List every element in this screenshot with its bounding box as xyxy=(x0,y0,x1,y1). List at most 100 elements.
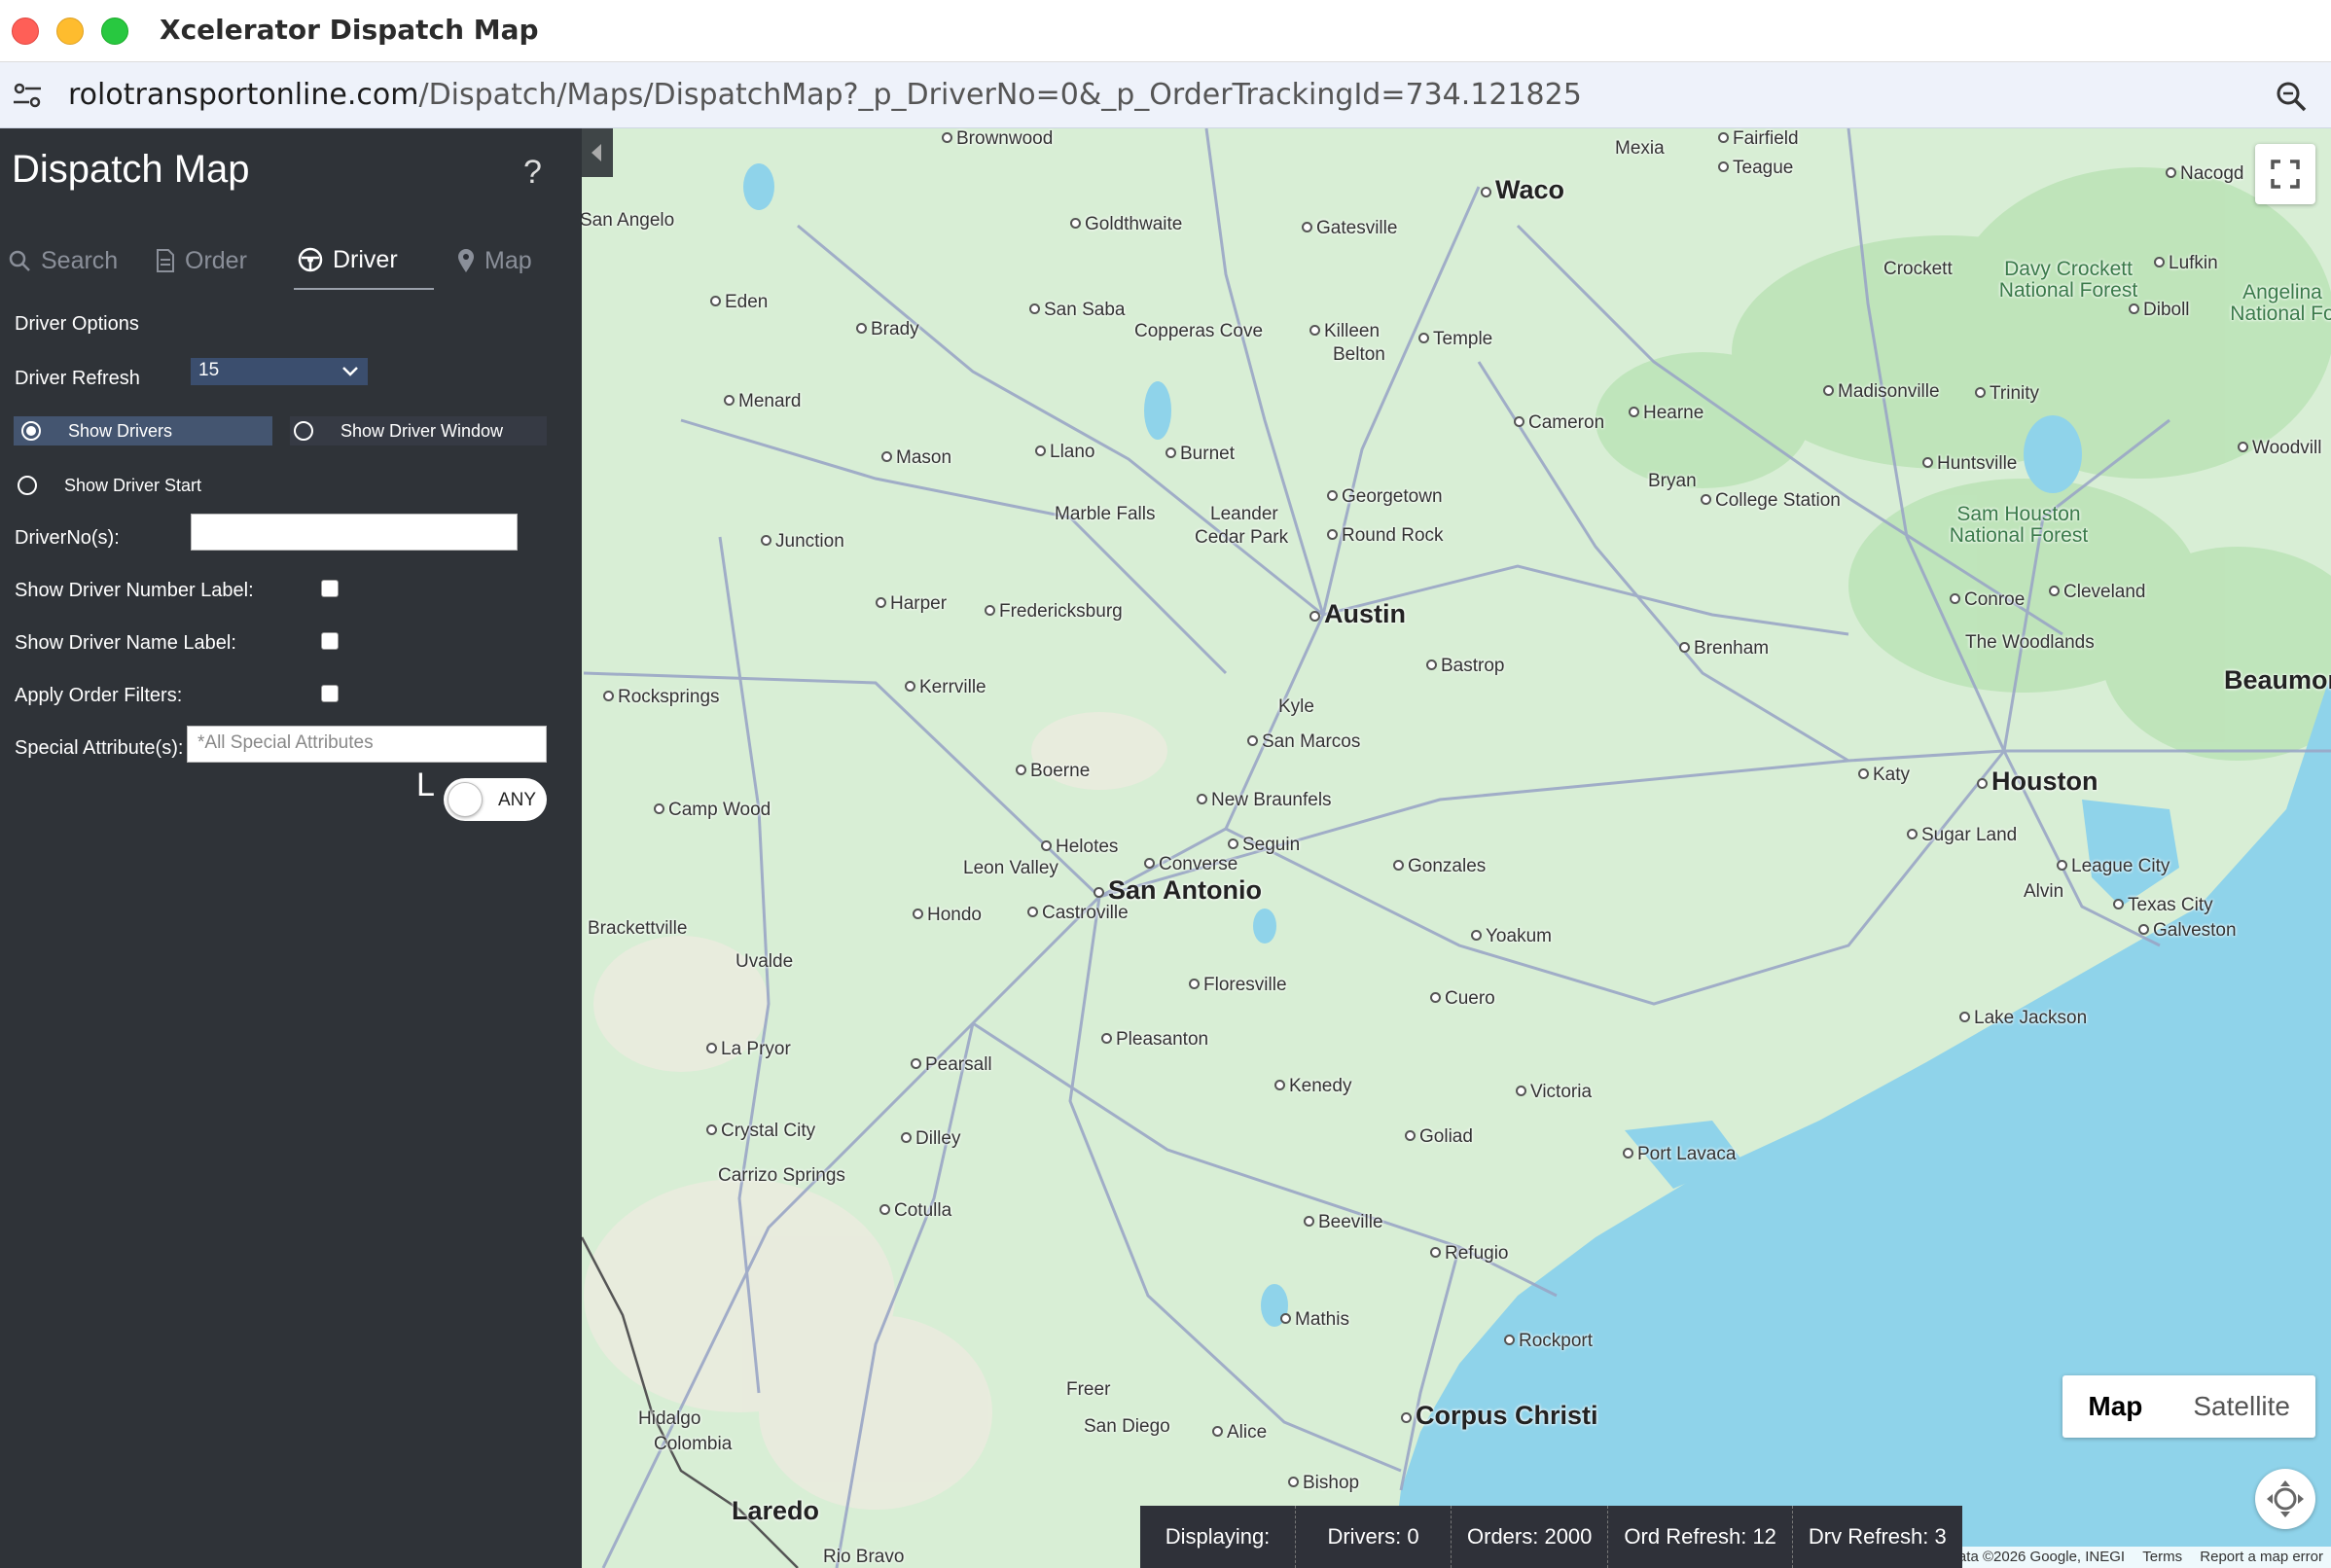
toggle-label: ANY xyxy=(498,790,537,810)
search-icon xyxy=(9,250,30,271)
driver-refresh-select[interactable]: 15 xyxy=(191,358,368,385)
tab-map[interactable]: Map xyxy=(457,232,532,290)
url-host: rolotransportonline.com xyxy=(68,78,419,112)
maximize-window-button[interactable] xyxy=(101,18,128,45)
show-driver-start-option[interactable]: Show Driver Start xyxy=(14,471,272,500)
town-label: Teague xyxy=(1718,158,1793,179)
show-driver-window-label: Show Driver Window xyxy=(341,420,504,441)
town-label: Cleveland xyxy=(2049,582,2146,603)
town-label: Woodvill xyxy=(2238,438,2321,459)
help-icon[interactable]: ? xyxy=(523,154,542,192)
town-label: Georgetown xyxy=(1327,486,1443,508)
town-label: Yoakum xyxy=(1471,926,1552,947)
tab-map-label: Map xyxy=(484,246,532,274)
tab-order[interactable]: Order xyxy=(156,232,247,290)
report-map-error-link[interactable]: Report a map error xyxy=(2200,1549,2323,1565)
address-bar[interactable]: rolotransportonline.com/Dispatch/Maps/Di… xyxy=(0,62,2331,128)
show-drivers-option[interactable]: Show Drivers xyxy=(14,416,272,445)
town-label: Floresville xyxy=(1189,975,1287,996)
status-drv-refresh: Drv Refresh: 3 xyxy=(1808,1524,1947,1549)
town-label: Port Lavaca xyxy=(1623,1144,1736,1165)
show-driver-window-option[interactable]: Show Driver Window xyxy=(290,416,547,445)
town-label: Huntsville xyxy=(1922,453,2017,475)
minimize-window-button[interactable] xyxy=(56,18,84,45)
town-label: Converse xyxy=(1144,854,1237,875)
show-drivers-radio[interactable] xyxy=(21,421,41,441)
map-type-satellite-button[interactable]: Satellite xyxy=(2168,1375,2315,1438)
apply-order-filters-checkbox[interactable] xyxy=(321,685,339,702)
town-label: Junction xyxy=(761,531,844,552)
town-label: San Saba xyxy=(1029,300,1125,321)
town-label: Mexia xyxy=(1615,138,1665,159)
status-displaying: Displaying: xyxy=(1140,1506,1296,1568)
tab-driver[interactable]: Driver xyxy=(294,232,434,290)
site-settings-icon[interactable] xyxy=(12,82,43,109)
show-driver-window-radio[interactable] xyxy=(294,421,313,441)
show-driver-start-radio[interactable] xyxy=(18,476,37,495)
terms-link[interactable]: Terms xyxy=(2142,1549,2182,1565)
driver-icon xyxy=(298,247,323,272)
town-label: San Marcos xyxy=(1247,731,1360,753)
town-label: Burnet xyxy=(1166,444,1235,465)
town-label: Helotes xyxy=(1041,837,1118,858)
town-label: Mason xyxy=(881,447,951,469)
collapse-panel-button[interactable] xyxy=(582,128,613,177)
town-label: Cameron xyxy=(1514,412,1604,434)
town-label: Castroville xyxy=(1027,903,1129,924)
town-label: Copperas Cove xyxy=(1134,321,1264,341)
town-label: Hearne xyxy=(1629,403,1703,424)
url-path: /Dispatch/Maps/DispatchMap?_p_DriverNo=0… xyxy=(418,78,1582,112)
town-label: Kyle xyxy=(1278,696,1314,717)
zoom-icon[interactable] xyxy=(2275,80,2308,113)
town-label: Belton xyxy=(1333,344,1385,365)
driver-refresh-label: Driver Refresh xyxy=(15,368,140,389)
panel-title: Dispatch Map xyxy=(12,148,250,191)
driver-options-heading: Driver Options xyxy=(15,313,139,335)
document-icon xyxy=(157,249,174,272)
town-label: Kenedy xyxy=(1274,1076,1351,1097)
window-title: Xcelerator Dispatch Map xyxy=(160,14,539,46)
map-type-map-button[interactable]: Map xyxy=(2062,1375,2168,1438)
driver-nos-input[interactable] xyxy=(191,514,518,551)
fullscreen-icon[interactable] xyxy=(2255,144,2315,204)
town-label: Freer xyxy=(1066,1379,1111,1400)
town-label: Beeville xyxy=(1304,1212,1383,1233)
town-label: Harper xyxy=(876,593,947,615)
town-label: Texas City xyxy=(2113,895,2213,916)
show-driver-name-checkbox[interactable] xyxy=(321,632,339,650)
tab-search[interactable]: Search xyxy=(8,232,118,290)
town-label: Brady xyxy=(856,319,919,340)
town-label: Uvalde xyxy=(735,951,794,972)
town-label: League City xyxy=(2057,856,2170,877)
show-driver-number-checkbox[interactable] xyxy=(321,580,339,597)
town-label: Hidalgo xyxy=(638,1408,701,1429)
status-orders: Orders: 2000 xyxy=(1452,1506,1609,1568)
forest-label: Davy Crockett National Forest xyxy=(1998,258,2138,302)
show-drivers-label: Show Drivers xyxy=(68,420,173,441)
town-label: Alice xyxy=(1212,1422,1267,1443)
show-driver-start-label: Show Driver Start xyxy=(64,475,202,495)
dispatch-side-panel: Dispatch Map ? Search Order Driver Map D… xyxy=(0,128,582,1568)
town-label: Brownwood xyxy=(942,128,1053,150)
url-text[interactable]: rolotransportonline.com/Dispatch/Maps/Di… xyxy=(68,78,1582,112)
city-label: San Antonio xyxy=(1094,875,1262,906)
close-window-button[interactable] xyxy=(12,18,39,45)
town-label: Cuero xyxy=(1430,988,1495,1010)
town-label: Lake Jackson xyxy=(1959,1008,2087,1029)
town-label: Galveston xyxy=(2138,920,2237,942)
map-attribution: data ©2026 Google, INEGI Terms Report a … xyxy=(1928,1547,2331,1568)
town-label: Fredericksburg xyxy=(985,601,1123,623)
tab-order-label: Order xyxy=(185,246,247,274)
map-type-control: Map Satellite xyxy=(2062,1375,2315,1438)
town-label: Alvin xyxy=(2024,881,2064,902)
town-label: Colombia xyxy=(654,1434,733,1454)
city-label: Houston xyxy=(1977,766,2098,797)
town-label: Bryan xyxy=(1648,471,1697,491)
town-label: Goliad xyxy=(1405,1126,1473,1148)
any-all-toggle[interactable]: ANY xyxy=(444,778,547,821)
pan-control-icon[interactable] xyxy=(2255,1469,2315,1529)
town-label: Camp Wood xyxy=(654,800,771,821)
map-pin-icon xyxy=(458,249,474,272)
special-attributes-input[interactable]: *All Special Attributes xyxy=(187,726,547,763)
town-label: College Station xyxy=(1701,490,1841,512)
